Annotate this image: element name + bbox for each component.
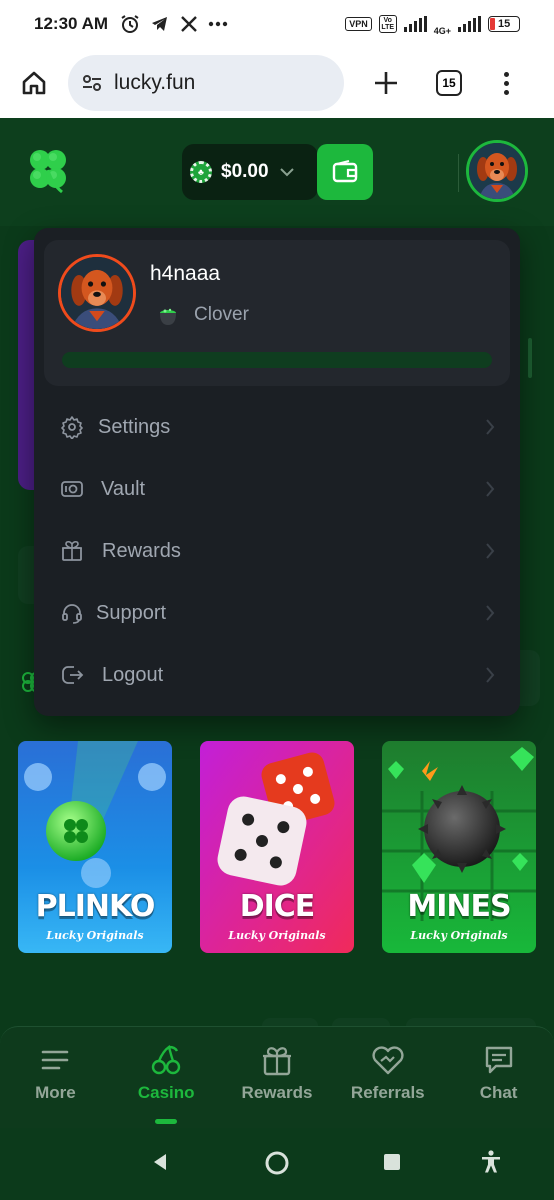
rank-label: Clover [194,304,249,325]
chevron-right-icon [486,543,495,559]
user-avatar-button[interactable] [466,140,528,202]
user-dropdown-menu: h4naaa Clover Settings Vault Rewards Sup… [34,228,520,716]
game-card-dice[interactable]: DICE Lucky Originals [200,741,354,953]
gear-icon [61,416,83,439]
telegram-icon [152,17,168,31]
chevron-right-icon [486,419,495,435]
home-circle-icon[interactable] [264,1150,290,1176]
game-subtitle-mines: Lucky Originals [410,929,508,942]
menu-label-settings: Settings [98,415,171,438]
nav-referrals[interactable]: Referrals [332,1027,443,1128]
signal-icon [403,16,427,32]
browser-home-button[interactable] [16,65,52,101]
notification-icons [120,14,228,34]
game-subtitle-dice: Lucky Originals [228,929,326,942]
new-tab-button[interactable] [368,65,404,101]
game-subtitle-plinko: Lucky Originals [46,929,144,942]
handshake-heart-icon [372,1046,404,1075]
app-header: ♣ $0.00 [0,118,554,226]
menu-label-support: Support [96,601,167,624]
address-bar[interactable]: lucky.fun [68,55,344,111]
chevron-right-icon [486,667,495,683]
nav-label-chat: Chat [479,1083,518,1102]
menu-label-vault: Vault [101,477,146,500]
vpn-badge: VPN [345,17,372,31]
menu-item-rewards[interactable]: Rewards [34,520,520,582]
menu-item-settings[interactable]: Settings [34,396,520,458]
profile-card: h4naaa Clover [44,240,510,386]
x-icon [181,16,197,32]
vault-icon [61,481,83,497]
wallet-button[interactable] [317,144,373,200]
battery-level: 15 [498,18,511,30]
nav-rewards[interactable]: Rewards [222,1027,333,1128]
browser-menu-button[interactable] [504,71,509,95]
header-divider [458,154,459,192]
system-status: VPN Vo LTE 4G+ 15 [345,12,520,36]
balance-selector[interactable]: ♣ $0.00 [182,144,318,200]
status-bar: 12:30 AM VPN Vo LTE 4G+ 15 [0,0,554,48]
menu-item-logout[interactable]: Logout [34,644,520,706]
dog-avatar-icon [61,257,133,329]
game-grid: PLINKO Lucky Originals DICE Lucky Origin [18,741,536,953]
gift-icon [62,540,82,561]
alarm-icon [121,15,139,33]
signal-icon-2 [458,16,481,32]
nav-label-more: More [35,1083,76,1102]
nav-label-referrals: Referrals [350,1083,425,1102]
url-text[interactable]: lucky.fun [114,71,195,95]
username: h4naaa [150,262,221,285]
rank-progress-bar [62,352,492,368]
accessibility-icon[interactable] [480,1150,502,1174]
plus-icon [375,72,397,94]
nav-label-rewards: Rewards [241,1083,313,1102]
headset-icon [62,604,82,624]
system-navigation-bar [0,1128,554,1200]
dog-avatar-icon [469,143,525,199]
game-card-mines[interactable]: MINES Lucky Originals [382,741,536,953]
chevron-down-icon [279,168,294,177]
chat-icon [485,1046,512,1074]
app-viewport: ♣ $0.00 h4naaa Clover Settings Vault Rew… [0,118,554,1200]
balance-amount: $0.00 [221,161,269,182]
dropdown-menu-list: Settings Vault Rewards Support Logout [34,396,520,706]
logout-icon [62,666,84,684]
wallet-icon [332,160,358,183]
nav-label-casino: Casino [137,1083,195,1102]
menu-icon [42,1050,69,1070]
nav-casino[interactable]: Casino [111,1027,222,1128]
clover-logo-icon[interactable] [22,144,74,196]
home-icon [22,71,46,95]
game-title-plinko: PLINKO [35,889,156,924]
tab-switcher-button[interactable]: 15 [436,70,462,96]
game-title-dice: DICE [239,889,316,924]
network-type: 4G+ [433,26,451,36]
menu-label-rewards: Rewards [102,539,181,562]
volte-badge: Vo LTE [378,15,397,33]
nav-chat[interactable]: Chat [443,1027,554,1128]
scroll-hint [528,338,532,378]
game-card-plinko[interactable]: PLINKO Lucky Originals [18,741,172,953]
cherries-icon [151,1045,181,1075]
game-title-mines: MINES [407,889,511,924]
chevron-right-icon [486,481,495,497]
back-icon[interactable] [150,1152,170,1172]
battery-icon: 15 [488,16,520,32]
cauldron-icon [160,308,176,325]
chevron-right-icon [486,605,495,621]
bottom-nav: More Casino Rewards Referrals Chat [0,1026,554,1128]
nav-more[interactable]: More [0,1027,111,1128]
menu-item-support[interactable]: Support [34,582,520,644]
more-icon [208,21,228,27]
menu-label-logout: Logout [102,663,164,686]
site-settings-icon[interactable] [80,71,104,95]
profile-avatar [58,254,136,332]
recents-icon[interactable] [384,1154,400,1170]
active-indicator [155,1119,178,1124]
status-time: 12:30 AM [34,14,109,33]
menu-item-vault[interactable]: Vault [34,458,520,520]
browser-toolbar: lucky.fun 15 [0,48,554,118]
coin-icon: ♣ [190,161,212,183]
gift-icon [262,1047,291,1076]
